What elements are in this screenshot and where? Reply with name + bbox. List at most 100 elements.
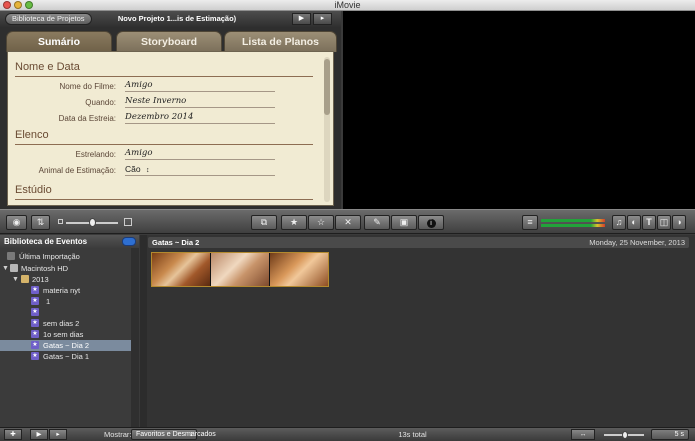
event-star-icon: ★: [31, 297, 39, 305]
swap-events-projects-button[interactable]: ⇅: [31, 215, 50, 230]
frames-per-thumbnail-select[interactable]: 5 s: [651, 429, 689, 440]
event-item[interactable]: ★ 1: [0, 296, 131, 307]
event-item[interactable]: ★: [0, 307, 131, 318]
project-library-button[interactable]: Biblioteca de Projetos: [5, 13, 92, 25]
event-item-2013[interactable]: ▼ 2013: [0, 274, 131, 285]
camera-import-icon: ◉: [12, 217, 21, 227]
audio-meter-right: [541, 224, 605, 227]
event-item-label: materia nyt: [43, 286, 81, 295]
event-name: Gatas ~ Dia 2: [152, 238, 200, 247]
clip-filmstrip[interactable]: [151, 252, 329, 287]
music-browser-button[interactable]: ♫: [612, 215, 626, 230]
show-label: Mostrar:: [104, 430, 132, 439]
event-item-label: 2013: [32, 275, 49, 284]
event-star-icon: ★: [31, 308, 39, 316]
event-star-icon: ★: [31, 286, 39, 294]
pet-popup[interactable]: Cão ↕: [125, 164, 275, 176]
starring-field[interactable]: Amigo: [125, 148, 275, 160]
photo-browser-button[interactable]: ◐: [627, 215, 641, 230]
event-star-icon: ★: [31, 341, 39, 349]
play-fullscreen-icon: ▶: [36, 431, 42, 438]
field-label-starring: Estrelando:: [75, 150, 116, 159]
release-date-field[interactable]: Dezembro 2014: [125, 112, 275, 124]
inspector-button[interactable]: i: [418, 215, 444, 230]
small-thumb-icon: [58, 219, 63, 224]
when-field[interactable]: Neste Inverno: [125, 96, 275, 108]
tab-shot-list[interactable]: Lista de Planos: [224, 31, 337, 52]
section-divider: [15, 144, 313, 145]
event-item-selected[interactable]: ★ Gatas ~ Dia 2: [0, 340, 131, 351]
titles-browser-button[interactable]: T: [642, 215, 656, 230]
event-browser-scrollbar[interactable]: [140, 235, 147, 427]
window-title: iMovie: [334, 0, 361, 10]
clip-frame[interactable]: [211, 253, 269, 286]
popup-arrows-icon: ↕: [189, 431, 194, 438]
maps-browser-button[interactable]: ◑: [672, 215, 686, 230]
field-label-release-date: Data da Estreia:: [58, 114, 116, 123]
swap-layout-button[interactable]: ↔: [571, 429, 595, 440]
event-item[interactable]: ★ materia nyt: [0, 285, 131, 296]
audio-meter-icon: ≡: [527, 217, 533, 227]
event-date: Monday, 25 November, 2013: [589, 238, 685, 247]
crop-button[interactable]: ▣: [391, 215, 417, 230]
section-divider: [15, 199, 313, 200]
info-icon: i: [426, 219, 436, 228]
unmark-star-icon: ☆: [316, 217, 326, 227]
bottom-bar: ✚ ▶ ▸ Mostrar: Favoritos e Desmarcados ↕…: [0, 427, 695, 441]
swap-icon: ⇅: [36, 217, 45, 227]
event-library-scrollbar[interactable]: [131, 248, 139, 427]
audio-skimming-button[interactable]: ≡: [522, 215, 538, 230]
unmark-button[interactable]: ☆: [308, 215, 334, 230]
reject-button[interactable]: ✕: [335, 215, 361, 230]
play-project-button[interactable]: ▸: [313, 13, 332, 25]
double-arrow-icon: ↔: [579, 431, 587, 438]
field-label-pet: Animal de Estimação:: [38, 166, 116, 175]
play-icon: ▸: [320, 15, 325, 22]
summary-scrollbar[interactable]: [324, 57, 330, 202]
event-star-icon: ★: [31, 330, 39, 338]
event-item[interactable]: ★ Gatas ~ Dia 1: [0, 351, 131, 362]
section-divider: [15, 76, 313, 77]
event-item-last-import[interactable]: Última Importação: [0, 251, 131, 262]
event-browser: Gatas ~ Dia 2 Monday, 25 November, 2013: [140, 235, 695, 427]
keyword-button[interactable]: ✎: [364, 215, 390, 230]
tab-storyboard[interactable]: Storyboard: [116, 31, 222, 52]
scrollbar-thumb[interactable]: [324, 59, 330, 115]
audio-meter-left: [541, 219, 605, 222]
slider-knob[interactable]: [622, 431, 628, 439]
event-library-toggle-button[interactable]: [122, 237, 136, 246]
event-item[interactable]: ★ 1o sem dias: [0, 329, 131, 340]
event-star-icon: ★: [31, 352, 39, 360]
event-item[interactable]: ★ sem dias 2: [0, 318, 131, 329]
keyword-icon: ✎: [373, 217, 381, 227]
section-heading-studio: Estúdio: [15, 184, 52, 196]
transition-icon: ◫: [659, 217, 669, 227]
event-item-label: Gatas ~ Dia 2: [43, 341, 90, 350]
pet-popup-value: Cão: [125, 164, 141, 174]
add-to-project-button[interactable]: ⧉: [251, 215, 277, 230]
transitions-browser-button[interactable]: ◫: [657, 215, 671, 230]
show-filter-value: Favoritos e Desmarcados: [136, 431, 216, 438]
play-fullscreen-event-button[interactable]: ▶: [30, 429, 48, 440]
play-fullscreen-button[interactable]: ▶: [292, 13, 311, 25]
disclosure-triangle-icon[interactable]: ▼: [12, 274, 19, 285]
hard-drive-icon: [10, 264, 18, 272]
disclosure-triangle-icon[interactable]: ▼: [2, 263, 9, 274]
favorite-star-icon: ★: [289, 217, 299, 227]
new-event-button[interactable]: ✚: [4, 429, 22, 440]
slider-knob[interactable]: [89, 218, 96, 227]
play-event-button[interactable]: ▸: [49, 429, 67, 440]
main-toolbar: ◉ ⇅ ⧉ ★ ☆ ✕ ✎ ▣ i ≡ ♫ ◐ T ◫ ◑: [0, 209, 695, 234]
camera-import-button[interactable]: ◉: [6, 215, 27, 230]
event-header: Gatas ~ Dia 2 Monday, 25 November, 2013: [148, 237, 689, 248]
tab-summary[interactable]: Sumário: [6, 31, 112, 52]
crop-icon: ▣: [399, 217, 409, 227]
mark-favorite-button[interactable]: ★: [281, 215, 307, 230]
show-filter-select[interactable]: Favoritos e Desmarcados ↕: [131, 429, 216, 440]
event-item-label: 1: [46, 297, 51, 306]
event-library: Biblioteca de Eventos Última Importação …: [0, 235, 139, 427]
movie-name-field[interactable]: Amigo: [125, 80, 275, 92]
clip-frame[interactable]: [152, 253, 210, 286]
clip-frame[interactable]: [270, 253, 328, 286]
event-item-macintosh-hd[interactable]: ▼ Macintosh HD: [0, 263, 131, 274]
